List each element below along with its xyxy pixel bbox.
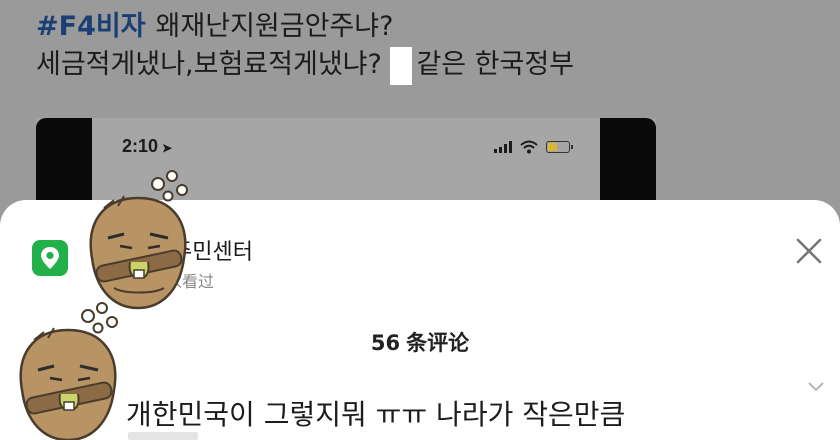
status-bar-time: 2:10 ➤ bbox=[122, 136, 172, 157]
post-title-line-1: #F4비자 왜재난지원금안주냐? bbox=[36, 8, 816, 46]
sweating-hamster-sticker bbox=[89, 170, 188, 310]
post-title-line-2-before: 세금적게냈나,보험료적게냈냐? bbox=[36, 49, 382, 80]
location-arrow-icon: ➤ bbox=[162, 141, 173, 155]
status-bar-icons bbox=[494, 138, 573, 156]
comment-count-number: 56 bbox=[370, 331, 401, 355]
post-title-line-2: 세금적게냈나,보험료적게냈냐? 같은 한국정부 bbox=[36, 46, 816, 85]
comment-count-header: 56 条评论 bbox=[0, 327, 840, 357]
post-title: #F4비자 왜재난지원금안주냐? 세금적게냈나,보험료적게냈냐? 같은 한국정부 bbox=[36, 8, 816, 85]
sweating-hamster-sticker-2 bbox=[19, 302, 118, 440]
battery-fill bbox=[548, 143, 557, 151]
close-icon bbox=[796, 238, 822, 264]
post-title-line-2-after: 같은 한국정부 bbox=[416, 49, 575, 80]
next-comment-line-partial bbox=[128, 432, 198, 440]
post-title-line-1-text: 왜재난지원금안주냐? bbox=[155, 11, 394, 42]
chevron-down-icon[interactable] bbox=[806, 376, 826, 396]
close-button[interactable] bbox=[792, 234, 826, 268]
wifi-icon bbox=[520, 140, 538, 154]
masked-word bbox=[390, 46, 413, 85]
hashtag-link[interactable]: #F4비자 bbox=[36, 11, 146, 42]
battery-icon bbox=[546, 141, 573, 153]
location-pin-icon[interactable] bbox=[32, 240, 68, 276]
cellular-signal-icon bbox=[494, 141, 512, 153]
comment-text: 개한민국이 그렇지뭐 ㅠㅠ 나라가 작은만큼 bbox=[126, 398, 626, 431]
status-time-text: 2:10 bbox=[122, 136, 159, 156]
comment-count-label: 条评论 bbox=[406, 331, 470, 355]
